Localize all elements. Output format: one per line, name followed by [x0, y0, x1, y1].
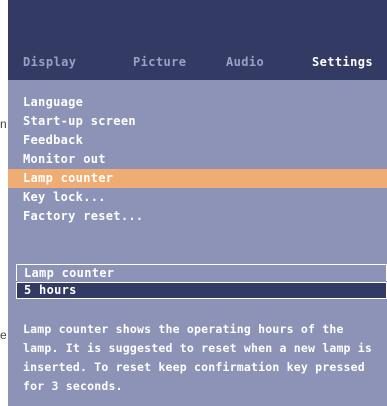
menu-item-key-lock[interactable]: Key lock...	[8, 188, 387, 207]
help-line: for 3 seconds.	[23, 379, 123, 393]
help-text: Lamp counter shows the operating hours o…	[23, 320, 383, 396]
detail-label: Lamp counter	[16, 264, 387, 281]
help-line: Lamp counter shows the operating hours o…	[23, 322, 344, 336]
tab-display[interactable]: Display	[23, 55, 76, 69]
help-line: lamp. It is suggested to reset when a ne…	[23, 341, 373, 355]
cutoff-text-fragment: n	[0, 117, 7, 131]
tab-audio[interactable]: Audio	[226, 55, 264, 69]
menu-header: Display Picture Audio Settings	[8, 0, 387, 80]
settings-menu-list: Language Start-up screen Feedback Monito…	[8, 93, 387, 226]
menu-item-startup-screen[interactable]: Start-up screen	[8, 112, 387, 131]
osd-menu-panel: Display Picture Audio Settings Language …	[8, 0, 387, 406]
help-line: inserted. To reset keep confirmation key…	[23, 360, 365, 374]
tab-picture[interactable]: Picture	[133, 55, 186, 69]
menu-item-lamp-counter[interactable]: Lamp counter	[8, 169, 387, 188]
menu-item-feedback[interactable]: Feedback	[8, 131, 387, 150]
menu-item-factory-reset[interactable]: Factory reset...	[8, 207, 387, 226]
menu-item-language[interactable]: Language	[8, 93, 387, 112]
tab-settings[interactable]: Settings	[312, 55, 373, 69]
detail-value: 5 hours	[16, 282, 387, 299]
menu-item-monitor-out[interactable]: Monitor out	[8, 150, 387, 169]
cutoff-text-fragment: e	[0, 328, 7, 342]
